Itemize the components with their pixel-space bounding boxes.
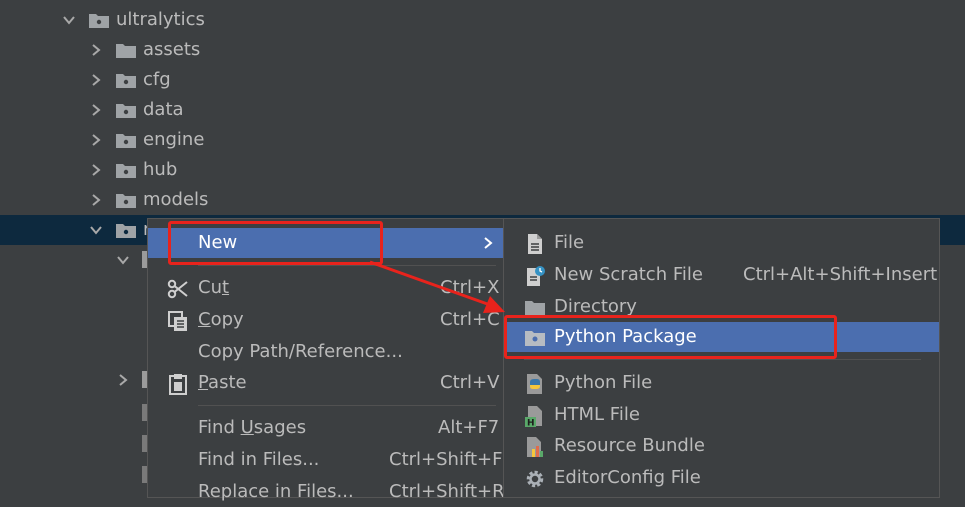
menu-item-label: HTML File — [554, 404, 640, 425]
chevron-down-icon[interactable] — [61, 12, 77, 28]
html-file-icon: H — [525, 406, 542, 428]
menu-item-label: New Scratch File — [554, 264, 703, 285]
package-folder-icon — [116, 134, 136, 148]
menu-item-find-in-files[interactable]: Find in Files... Ctrl+Shift+F — [148, 445, 506, 475]
chevron-right-icon[interactable] — [88, 132, 104, 148]
tree-row-data[interactable]: data — [0, 95, 965, 125]
menu-item-shortcut: Ctrl+Alt+Shift+Insert — [743, 264, 938, 285]
menu-item-label: Python Package — [554, 326, 697, 347]
package-folder-icon — [89, 14, 109, 28]
submenu-item-file[interactable]: File — [504, 228, 939, 258]
package-folder-icon — [525, 331, 545, 346]
scratch-file-icon — [527, 266, 545, 286]
chevron-right-icon[interactable] — [88, 162, 104, 178]
menu-item-label: Cut — [198, 277, 230, 298]
resource-bundle-icon — [527, 437, 543, 457]
menu-item-label: New — [198, 232, 238, 253]
menu-item-replace-in-files[interactable]: Replace in Files... Ctrl+Shift+R — [148, 477, 506, 507]
file-icon — [528, 234, 542, 254]
menu-item-label: Replace in Files... — [198, 481, 354, 502]
tree-label: ultralytics — [116, 9, 205, 30]
submenu-item-python-package[interactable]: Python Package — [504, 322, 939, 352]
menu-item-label: Paste — [198, 372, 247, 393]
menu-separator — [524, 359, 921, 360]
menu-item-label: EditorConfig File — [554, 467, 701, 488]
menu-item-label: Copy — [198, 309, 244, 330]
package-folder-icon — [116, 74, 136, 88]
tree-row-hub[interactable]: hub — [0, 155, 965, 185]
menu-item-label: Copy Path/Reference... — [198, 341, 403, 362]
chevron-right-icon[interactable] — [88, 72, 104, 88]
submenu-item-html-file[interactable]: H HTML File — [504, 400, 939, 430]
menu-item-label: Directory — [554, 296, 637, 317]
folder-icon — [116, 44, 136, 58]
tree-label: engine — [143, 129, 205, 150]
menu-item-shortcut: Ctrl+V — [440, 372, 500, 393]
menu-item-shortcut: Ctrl+X — [440, 277, 500, 298]
tree-label: data — [143, 99, 184, 120]
menu-item-paste[interactable]: Paste Ctrl+V — [148, 368, 506, 398]
menu-item-shortcut: Alt+F7 — [438, 417, 500, 438]
tree-label: hub — [143, 159, 178, 180]
tree-label: assets — [143, 39, 201, 60]
chevron-down-icon[interactable] — [115, 252, 131, 268]
menu-item-label: Python File — [554, 372, 653, 393]
chevron-right-icon[interactable] — [88, 42, 104, 58]
tree-row-cfg[interactable]: cfg — [0, 65, 965, 95]
svg-text:H: H — [527, 419, 535, 428]
package-folder-icon — [116, 224, 136, 238]
menu-separator — [198, 265, 496, 266]
menu-item-cut[interactable]: Cut Ctrl+X — [148, 273, 506, 303]
chevron-right-icon[interactable] — [88, 102, 104, 118]
submenu-item-resource-bundle[interactable]: Resource Bundle — [504, 431, 939, 461]
submenu-arrow-icon — [484, 237, 493, 249]
menu-item-label: File — [554, 232, 585, 253]
submenu-item-scratch-file[interactable]: New Scratch File Ctrl+Alt+Shift+Insert — [504, 260, 939, 290]
chevron-right-icon[interactable] — [115, 372, 131, 388]
package-folder-icon — [116, 164, 136, 178]
submenu-item-editorconfig[interactable]: EditorConfig File — [504, 463, 939, 493]
tree-row-engine[interactable]: engine — [0, 125, 965, 155]
tree-row-ultralytics[interactable]: ultralytics — [0, 5, 965, 35]
submenu-item-python-file[interactable]: Python File — [504, 368, 939, 398]
menu-item-shortcut: Ctrl+C — [440, 309, 500, 330]
scissors-icon — [167, 279, 188, 299]
tree-row-assets[interactable]: assets — [0, 35, 965, 65]
folder-icon — [525, 301, 545, 316]
chevron-down-icon[interactable] — [88, 222, 104, 238]
chevron-right-icon[interactable] — [88, 192, 104, 208]
menu-item-find-usages[interactable]: Find Usages Alt+F7 — [148, 413, 506, 443]
package-folder-icon — [116, 194, 136, 208]
menu-item-copy[interactable]: Copy Ctrl+C — [148, 305, 506, 335]
context-menu: New Cut Ctrl+X Copy Ctrl+C Copy Path/Ref… — [147, 218, 507, 502]
clipboard-icon — [169, 374, 187, 395]
menu-item-new[interactable]: New — [148, 228, 506, 258]
copy-icon — [168, 311, 187, 331]
submenu-item-directory[interactable]: Directory — [504, 292, 939, 322]
tree-row-models[interactable]: models — [0, 185, 965, 215]
menu-item-shortcut: Ctrl+Shift+F — [389, 449, 503, 470]
python-file-icon — [527, 374, 542, 394]
tree-label: cfg — [143, 69, 171, 90]
menu-item-label: Find Usages — [198, 417, 307, 438]
menu-item-copy-path[interactable]: Copy Path/Reference... — [148, 337, 506, 367]
tree-label: models — [143, 189, 209, 210]
menu-item-shortcut: Ctrl+Shift+R — [389, 481, 505, 502]
new-submenu: File New Scratch File Ctrl+Alt+Shift+Ins… — [503, 218, 940, 498]
menu-item-label: Resource Bundle — [554, 435, 705, 456]
menu-separator — [198, 405, 496, 406]
menu-item-label: Find in Files... — [198, 449, 320, 470]
package-folder-icon — [116, 104, 136, 118]
